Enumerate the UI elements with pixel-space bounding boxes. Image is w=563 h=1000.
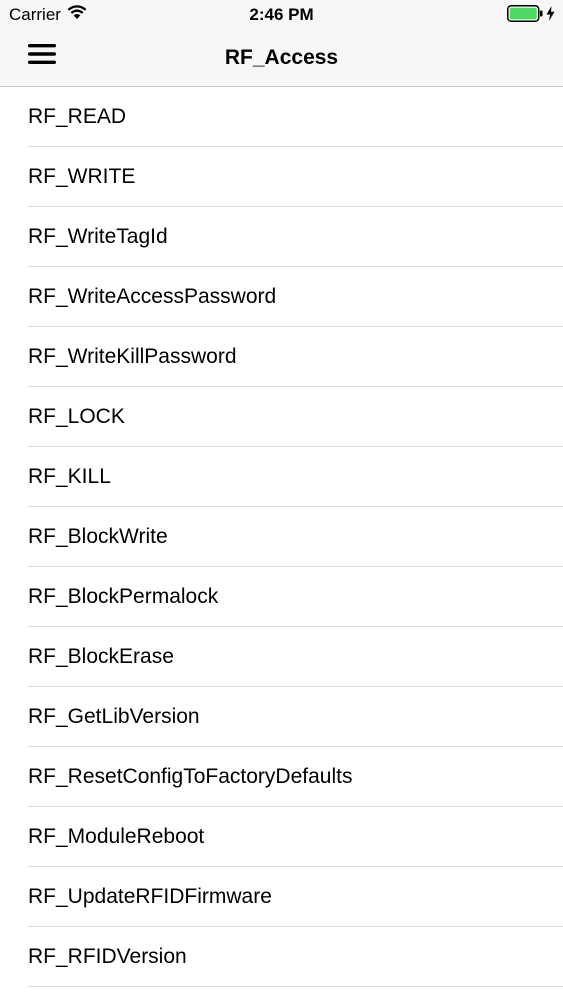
list-item-rf-read[interactable]: RF_READ — [0, 87, 563, 147]
navigation-bar: RF_Access — [0, 30, 563, 87]
page-title: RF_Access — [224, 46, 339, 69]
list-item-rf-get-lib-version[interactable]: RF_GetLibVersion — [0, 687, 563, 747]
list-item-rf-block-erase[interactable]: RF_BlockErase — [0, 627, 563, 687]
list-item-rf-kill[interactable]: RF_KILL — [0, 447, 563, 507]
status-time: 2:46 PM — [249, 5, 314, 24]
list-item-rf-module-reboot[interactable]: RF_ModuleReboot — [0, 807, 563, 867]
rf-access-list: RF_READ RF_WRITE RF_WriteTagId RF_WriteA… — [0, 87, 563, 987]
battery-icon — [507, 5, 543, 27]
list-item-rf-write-kill-password[interactable]: RF_WriteKillPassword — [0, 327, 563, 387]
list-item-rf-write-access-password[interactable]: RF_WriteAccessPassword — [0, 267, 563, 327]
list-item-rf-update-rfid-firmware[interactable]: RF_UpdateRFIDFirmware — [0, 867, 563, 927]
list-item-rf-reset-config-to-factory-defaults[interactable]: RF_ResetConfigToFactoryDefaults — [0, 747, 563, 807]
status-right — [507, 5, 555, 27]
list-item-rf-write[interactable]: RF_WRITE — [0, 147, 563, 207]
charging-bolt-icon — [546, 6, 555, 26]
list-item-rf-rfid-version[interactable]: RF_RFIDVersion — [0, 927, 563, 987]
list-item-rf-block-write[interactable]: RF_BlockWrite — [0, 507, 563, 567]
status-bar: Carrier 2:46 PM — [0, 0, 563, 30]
list-item-rf-lock[interactable]: RF_LOCK — [0, 387, 563, 447]
list-item-rf-block-permalock[interactable]: RF_BlockPermalock — [0, 567, 563, 627]
list-item-rf-write-tag-id[interactable]: RF_WriteTagId — [0, 207, 563, 267]
